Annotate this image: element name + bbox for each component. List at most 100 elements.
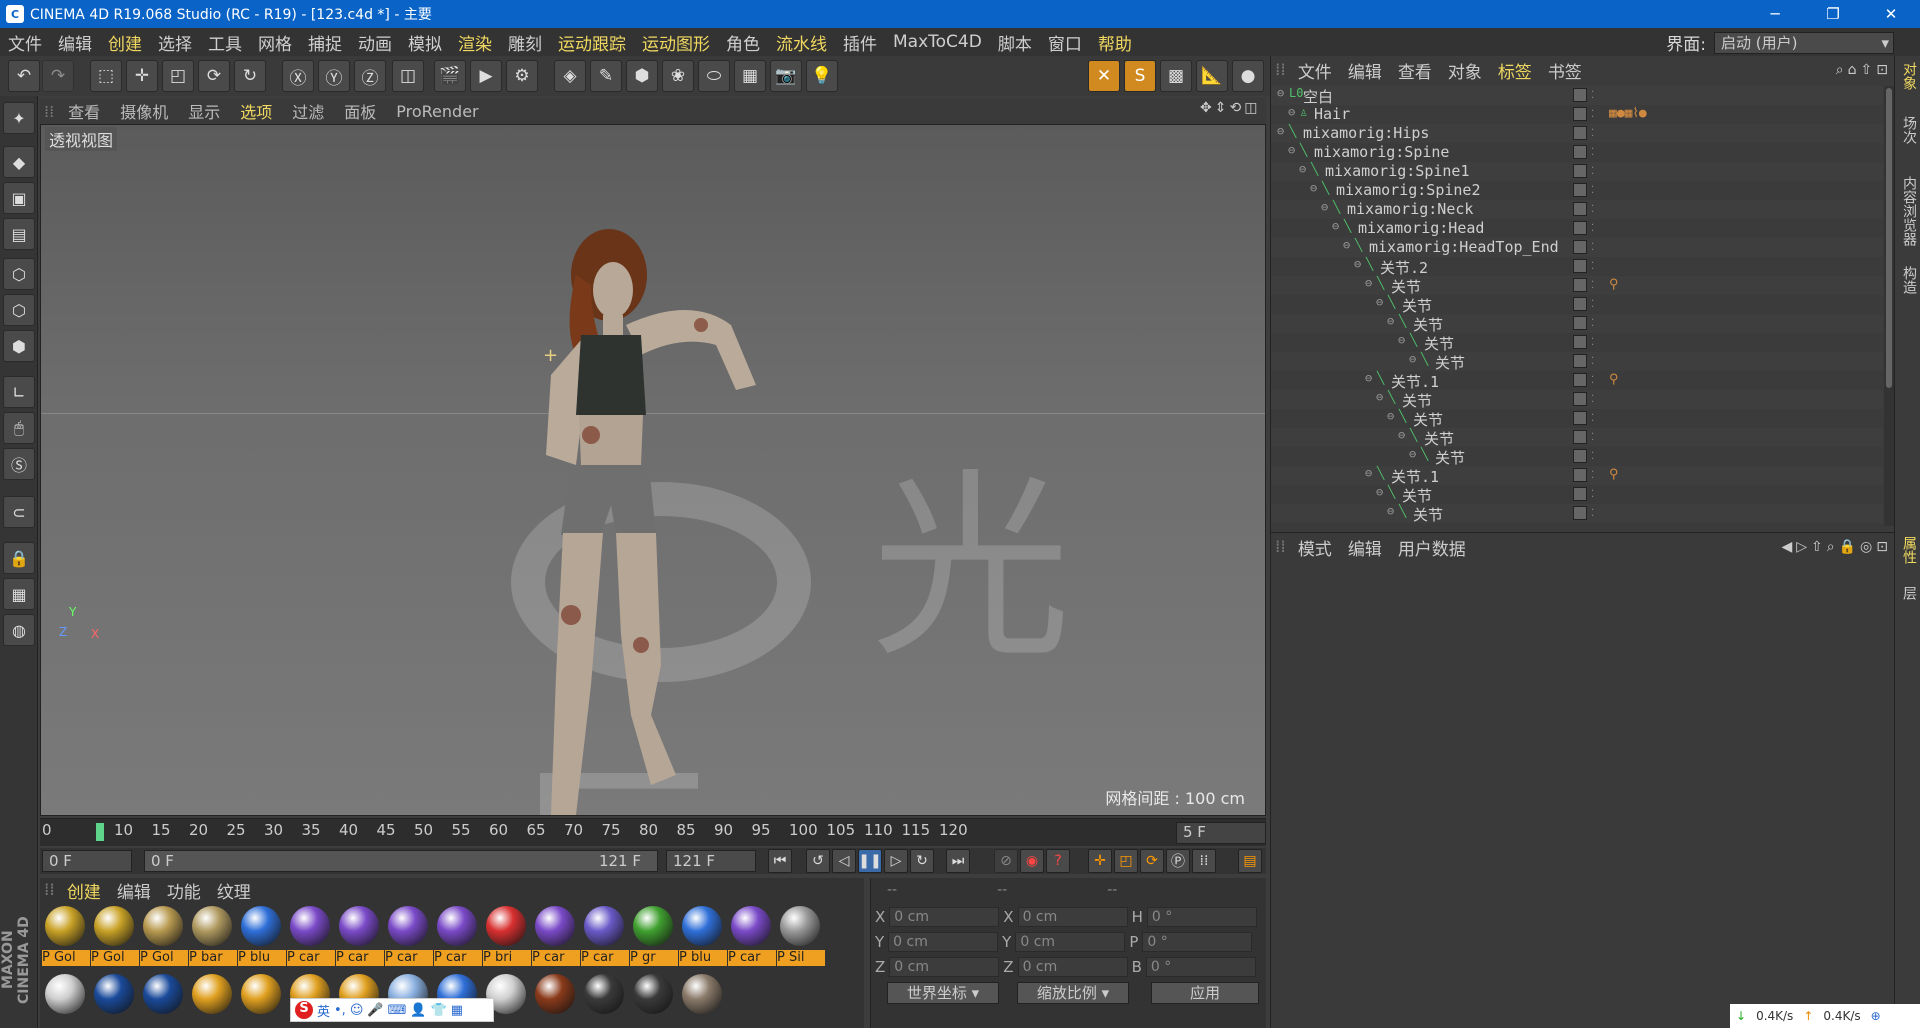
expand-toggle-icon[interactable]: ⊖ [1277, 124, 1284, 138]
preview-range-slider[interactable]: 0 F 121 F [144, 850, 658, 872]
visibility-dots-icon[interactable]: ⁚ [1591, 432, 1595, 443]
visibility-checkbox[interactable] [1573, 259, 1587, 273]
lock-workplane-button[interactable]: 🔒 [3, 542, 35, 574]
menu-item[interactable]: 插件 [835, 30, 885, 55]
visibility-dots-icon[interactable]: ⁚ [1591, 185, 1595, 196]
visibility-dots-icon[interactable]: ⁚ [1591, 223, 1595, 234]
material-swatch[interactable]: P bri [483, 906, 531, 966]
object-name[interactable]: 关节 [1424, 333, 1454, 354]
maximize-view-icon[interactable]: ◫ [1244, 100, 1257, 116]
visibility-dots-icon[interactable]: ⁚ [1591, 90, 1595, 101]
visibility-checkbox[interactable] [1573, 373, 1587, 387]
side-tab[interactable]: 层 [1897, 586, 1919, 600]
material-menu-item[interactable]: 功能 [159, 878, 209, 903]
menu-item[interactable]: 脚本 [990, 30, 1040, 55]
previous-key-button[interactable]: ↺ [806, 849, 830, 873]
object-row[interactable]: ⊖ ╲ mixamorig:Spine ⁚ [1271, 143, 1883, 162]
material-menu-item[interactable]: 纹理 [209, 878, 259, 903]
visibility-checkbox[interactable] [1573, 240, 1587, 254]
shirt-icon[interactable]: 👕 [431, 1003, 447, 1018]
material-swatch[interactable]: P Sil [777, 906, 825, 966]
timeline-ruler[interactable]: 5 F 0 10 15 20 25 30 35 40 45 50 55 60 65 70 75 80 85 90 9… [40, 818, 1266, 846]
object-name[interactable]: mixamorig:Head [1358, 219, 1484, 237]
expand-toggle-icon[interactable]: ⊖ [1332, 219, 1339, 233]
material-swatch[interactable]: P blu [679, 906, 727, 966]
apply-button[interactable]: 应用 [1151, 982, 1259, 1004]
go-to-start-button[interactable]: ⏮ [768, 849, 792, 873]
grid-icon[interactable]: ▦ [451, 1003, 463, 1018]
material-swatch[interactable]: P Gol [42, 906, 90, 966]
forward-icon[interactable]: ▷ [1796, 539, 1807, 555]
object-tags[interactable]: ▦●▦⌇● [1609, 106, 1647, 121]
keyframe-selection-button[interactable]: ? [1046, 849, 1070, 873]
expand-toggle-icon[interactable]: ⊖ [1376, 390, 1383, 404]
object-menu-item[interactable]: 书签 [1540, 58, 1590, 83]
visibility-checkbox[interactable] [1573, 354, 1587, 368]
layout-dropdown[interactable]: 启动 (用户) ▾ [1714, 31, 1894, 54]
expand-toggle-icon[interactable]: ⊖ [1365, 371, 1372, 385]
emoji-icon[interactable]: ☺ [350, 1003, 364, 1018]
menu-item[interactable]: 工具 [200, 30, 250, 55]
autokey-button[interactable]: ◉ [1020, 849, 1044, 873]
object-row[interactable]: ⊖ ╲ 关节 ⁚ [1271, 504, 1883, 524]
menu-item[interactable]: 雕刻 [500, 30, 550, 55]
visibility-checkbox[interactable] [1573, 487, 1587, 501]
visibility-checkbox[interactable] [1573, 297, 1587, 311]
object-name[interactable]: 空白 [1303, 86, 1333, 107]
expand-toggle-icon[interactable]: ⊖ [1398, 333, 1405, 347]
visibility-dots-icon[interactable]: ⁚ [1591, 242, 1595, 253]
material-swatch[interactable] [630, 974, 676, 1020]
expand-toggle-icon[interactable]: ⊖ [1299, 162, 1306, 176]
render-picture-viewer-button[interactable]: ▶ [470, 60, 502, 92]
target-icon[interactable]: ◎ [1860, 539, 1872, 555]
menu-item[interactable]: 运动图形 [634, 30, 718, 55]
perspective-viewport[interactable]: 光厂 透视视图 + Y Z X 网格间距 : 100 cm [40, 124, 1266, 816]
material-swatch[interactable]: P Gol [91, 906, 139, 966]
visibility-dots-icon[interactable]: ⁚ [1591, 128, 1595, 139]
material-swatch[interactable] [238, 974, 284, 1020]
render-settings-button[interactable]: ⚙ [506, 60, 538, 92]
coordinate-input[interactable]: 0 cm [1017, 907, 1128, 927]
expand-toggle-icon[interactable]: ⊖ [1387, 504, 1394, 518]
workplane-mode-button[interactable]: ▤ [3, 218, 35, 250]
next-key-button[interactable]: ↻ [910, 849, 934, 873]
menu-item[interactable]: 文件 [0, 30, 50, 55]
expand-toggle-icon[interactable]: ⊖ [1409, 447, 1416, 461]
coordinate-input[interactable]: 0 cm [1017, 957, 1128, 977]
visibility-dots-icon[interactable]: ⁚ [1591, 508, 1595, 519]
end-frame-field[interactable]: 121 F [666, 850, 756, 872]
material-swatch[interactable] [189, 974, 235, 1020]
object-name[interactable]: 关节 [1391, 276, 1421, 297]
y-axis-button[interactable]: Ⓨ [318, 60, 350, 92]
visibility-checkbox[interactable] [1573, 411, 1587, 425]
expand-toggle-icon[interactable]: ⊖ [1387, 314, 1394, 328]
viewport-menu-item[interactable]: 面板 [334, 99, 386, 123]
coordinate-input[interactable]: 0 cm [889, 907, 1000, 927]
z-axis-button[interactable]: Ⓩ [354, 60, 386, 92]
visibility-checkbox[interactable] [1573, 221, 1587, 235]
visibility-dots-icon[interactable]: ⁚ [1591, 489, 1595, 500]
object-row[interactable]: ⊖ ╲ 关节 ⁚ [1271, 295, 1883, 315]
object-name[interactable]: 关节.1 [1391, 466, 1439, 487]
object-row[interactable]: ⊖ ╲ 关节.2 ⁚ [1271, 257, 1883, 277]
menu-item[interactable]: 捕捉 [300, 30, 350, 55]
menu-item[interactable]: 动画 [350, 30, 400, 55]
redo-button[interactable]: ↷ [42, 60, 74, 92]
object-menu-item[interactable]: 查看 [1390, 58, 1440, 83]
object-name[interactable]: mixamorig:Spine [1314, 143, 1449, 161]
menu-item[interactable]: 编辑 [50, 30, 100, 55]
viewport-menu-item[interactable]: 选项 [230, 99, 282, 123]
expand-toggle-icon[interactable]: ⊖ [1354, 257, 1361, 271]
object-name[interactable]: 关节 [1413, 409, 1443, 430]
material-swatch[interactable]: P car [385, 906, 433, 966]
visibility-checkbox[interactable] [1573, 335, 1587, 349]
object-row[interactable]: ⊖ ╲ 关节 ⁚ [1271, 333, 1883, 354]
material-swatch[interactable]: P bar [189, 906, 237, 966]
object-menu-item[interactable]: 文件 [1290, 58, 1340, 83]
material-swatch[interactable] [42, 974, 88, 1020]
plugin-sphere-button[interactable]: ● [1232, 60, 1264, 92]
expand-toggle-icon[interactable]: ⊖ [1387, 409, 1394, 423]
object-name[interactable]: 关节.1 [1391, 371, 1439, 392]
axis-mode-button[interactable]: ∟ [3, 376, 35, 408]
object-row[interactable]: ⊖ ╲ mixamorig:Spine1 ⁚ [1271, 162, 1883, 181]
